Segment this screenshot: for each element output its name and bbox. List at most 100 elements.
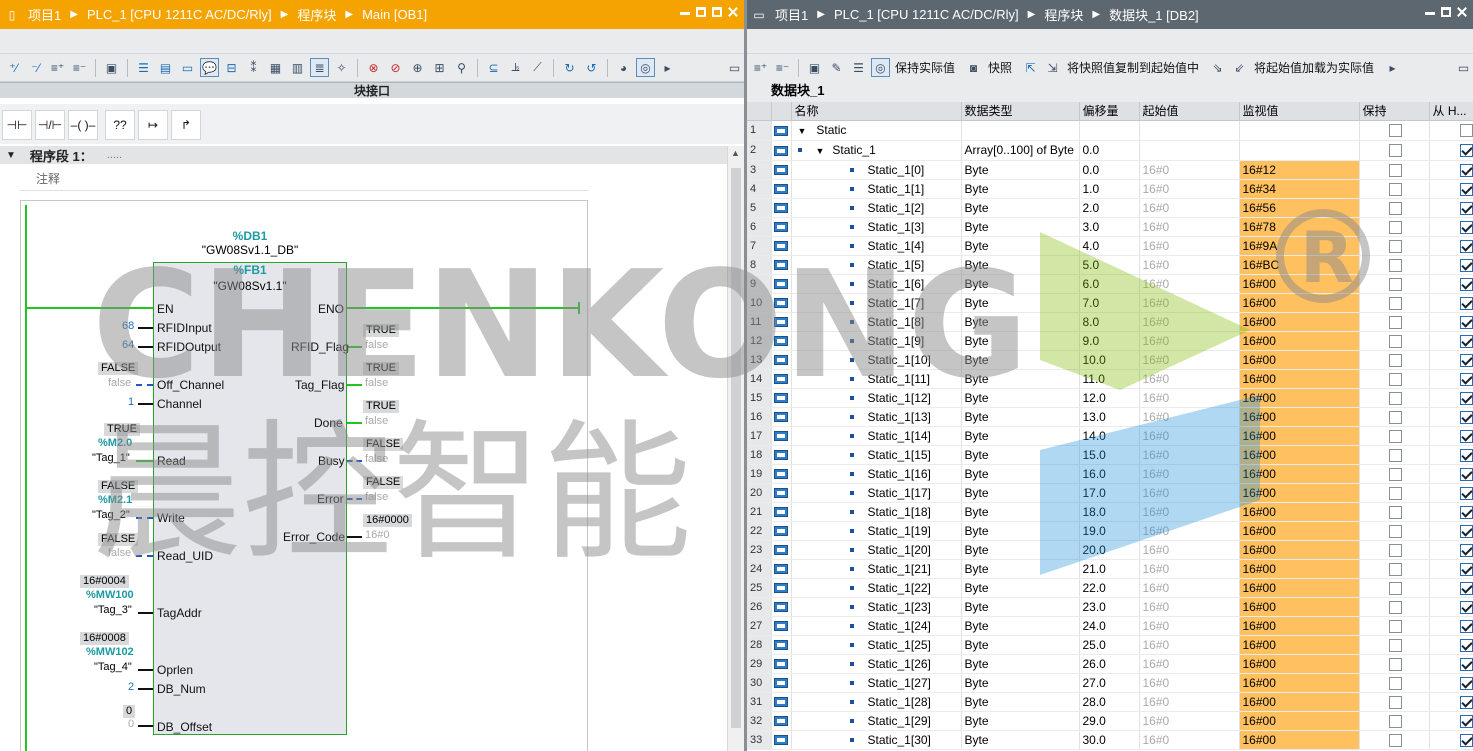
- clear-breakpoint-icon[interactable]: ⊘: [386, 58, 405, 77]
- row-monitor[interactable]: 16#00: [1239, 673, 1360, 693]
- write-tag[interactable]: "Tag_2": [92, 509, 130, 521]
- table-row[interactable]: 3 Static_1[0] Byte 0.0 16#0 16#12: [747, 160, 1473, 180]
- table-row[interactable]: 15 Static_1[12] Byte 12.0 16#0 16#00: [747, 388, 1473, 408]
- retain-checkbox[interactable]: [1389, 429, 1402, 443]
- retain-checkbox[interactable]: [1389, 676, 1402, 690]
- copy-snapshot-button[interactable]: 将快照值复制到起始值中: [1067, 59, 1199, 76]
- row-type[interactable]: Byte: [961, 483, 1080, 503]
- row-name[interactable]: Static_1[24]: [868, 619, 931, 633]
- table-row[interactable]: 32 Static_1[29] Byte 29.0 16#0 16#00: [747, 711, 1473, 731]
- star-icon[interactable]: ✧: [332, 58, 351, 77]
- table-row[interactable]: 22 Static_1[19] Byte 19.0 16#0 16#00: [747, 521, 1473, 541]
- pin-icon[interactable]: ▭: [753, 8, 765, 22]
- row-monitor[interactable]: 16#00: [1239, 312, 1360, 332]
- table-row[interactable]: 29 Static_1[26] Byte 26.0 16#0 16#00: [747, 654, 1473, 674]
- row-type[interactable]: Byte: [961, 255, 1080, 275]
- retain-checkbox[interactable]: [1389, 505, 1402, 519]
- retain-checkbox[interactable]: [1389, 220, 1402, 234]
- row-start[interactable]: 16#0: [1139, 635, 1240, 655]
- retain-checkbox[interactable]: [1389, 277, 1402, 291]
- read-uid-value[interactable]: false: [108, 547, 131, 559]
- maximize-icon[interactable]: [712, 7, 722, 17]
- row-type[interactable]: Byte: [961, 274, 1080, 294]
- row-start[interactable]: 16#0: [1139, 350, 1240, 370]
- hmi-checkbox[interactable]: [1459, 201, 1472, 215]
- row-monitor[interactable]: 16#00: [1239, 369, 1360, 389]
- row-monitor[interactable]: 16#00: [1239, 578, 1360, 598]
- row-start[interactable]: 16#0: [1139, 293, 1240, 313]
- goto-icon[interactable]: ⊕: [408, 58, 427, 77]
- hmi-checkbox[interactable]: [1459, 448, 1472, 462]
- network-list-icon[interactable]: ≣: [310, 58, 329, 77]
- row-name[interactable]: Static_1[16]: [868, 467, 931, 481]
- tagaddr-tag[interactable]: "Tag_3": [94, 604, 132, 616]
- row-start[interactable]: 16#0: [1139, 369, 1240, 389]
- table-row[interactable]: 30 Static_1[27] Byte 27.0 16#0 16#00: [747, 673, 1473, 693]
- row-start[interactable]: 16#0: [1139, 654, 1240, 674]
- copy-snapshot-icon[interactable]: ⇱: [1021, 58, 1040, 77]
- row-name[interactable]: Static_1[19]: [868, 524, 931, 538]
- edit-icon[interactable]: ✎: [827, 58, 846, 77]
- rfid-flag-value[interactable]: false: [365, 339, 388, 351]
- hmi-checkbox[interactable]: [1459, 258, 1472, 272]
- retain-checkbox[interactable]: [1389, 124, 1402, 138]
- reset-icon[interactable]: ▣: [805, 58, 824, 77]
- row-monitor[interactable]: 16#00: [1239, 540, 1360, 560]
- row-start[interactable]: 16#0: [1139, 616, 1240, 636]
- close-icon[interactable]: [1457, 7, 1467, 17]
- row-start[interactable]: 16#0: [1139, 388, 1240, 408]
- monitor-glasses-icon[interactable]: ◎: [871, 58, 890, 77]
- row-monitor[interactable]: 16#78: [1239, 217, 1360, 237]
- hmi-checkbox[interactable]: [1459, 144, 1472, 158]
- ref-icon[interactable]: ⊆: [484, 58, 503, 77]
- table-row[interactable]: 16 Static_1[13] Byte 13.0 16#0 16#00: [747, 407, 1473, 427]
- retain-checkbox[interactable]: [1389, 467, 1402, 481]
- table-row[interactable]: 25 Static_1[22] Byte 22.0 16#0 16#00: [747, 578, 1473, 598]
- table-row[interactable]: 20 Static_1[17] Byte 17.0 16#0 16#00: [747, 483, 1473, 503]
- row-monitor[interactable]: 16#00: [1239, 559, 1360, 579]
- hmi-checkbox[interactable]: [1459, 277, 1472, 291]
- minimize-icon[interactable]: [1425, 7, 1435, 15]
- crumb-plc[interactable]: PLC_1 [CPU 1211C AC/DC/Rly]: [834, 7, 1019, 22]
- row-type[interactable]: Byte: [961, 692, 1080, 712]
- busy-value[interactable]: false: [365, 453, 388, 465]
- table-row[interactable]: 24 Static_1[21] Byte 21.0 16#0 16#00: [747, 559, 1473, 579]
- crumb-plc[interactable]: PLC_1 [CPU 1211C AC/DC/Rly]: [87, 7, 272, 22]
- row-start[interactable]: 16#0: [1139, 730, 1240, 750]
- close-icon[interactable]: [728, 7, 738, 17]
- row-name[interactable]: Static_1[25]: [868, 638, 931, 652]
- row-name[interactable]: Static_1[14]: [868, 429, 931, 443]
- col-hmi[interactable]: 从 H...: [1429, 102, 1473, 121]
- row-type[interactable]: Byte: [961, 502, 1080, 522]
- row-start[interactable]: 16#0: [1139, 483, 1240, 503]
- collapse-networks-icon[interactable]: ☰: [134, 58, 153, 77]
- expand-triangle-icon[interactable]: ▼: [816, 146, 825, 156]
- step-icon[interactable]: ⊞: [430, 58, 449, 77]
- row-monitor[interactable]: 16#00: [1239, 445, 1360, 465]
- hmi-checkbox[interactable]: [1459, 657, 1472, 671]
- error-code-value[interactable]: 16#0: [365, 529, 389, 541]
- row-monitor[interactable]: 16#9A: [1239, 236, 1360, 256]
- copy-snapshot2-icon[interactable]: ⇲: [1043, 58, 1062, 77]
- retain-checkbox[interactable]: [1389, 410, 1402, 424]
- col-name[interactable]: 名称: [791, 102, 962, 121]
- retain-checkbox[interactable]: [1389, 239, 1402, 253]
- retain-checkbox[interactable]: [1389, 695, 1402, 709]
- table-row[interactable]: 31 Static_1[28] Byte 28.0 16#0 16#00: [747, 692, 1473, 712]
- more-icon[interactable]: ▸: [658, 58, 677, 77]
- open-branch-button[interactable]: ↦: [138, 110, 168, 140]
- row-type[interactable]: Byte: [961, 578, 1080, 598]
- retain-checkbox[interactable]: [1389, 144, 1402, 158]
- row-type[interactable]: Byte: [961, 540, 1080, 560]
- row-type[interactable]: Byte: [961, 616, 1080, 636]
- row-monitor[interactable]: [1239, 120, 1360, 141]
- row-monitor[interactable]: 16#00: [1239, 711, 1360, 731]
- open-all-icon[interactable]: ▭: [178, 58, 197, 77]
- retain-checkbox[interactable]: [1389, 448, 1402, 462]
- row-name[interactable]: Static: [816, 123, 846, 137]
- retain-checkbox[interactable]: [1389, 163, 1402, 177]
- table-row[interactable]: 8 Static_1[5] Byte 5.0 16#0 16#BC: [747, 255, 1473, 275]
- row-start[interactable]: 16#0: [1139, 502, 1240, 522]
- row-start[interactable]: 16#0: [1139, 711, 1240, 731]
- hmi-checkbox[interactable]: [1459, 562, 1472, 576]
